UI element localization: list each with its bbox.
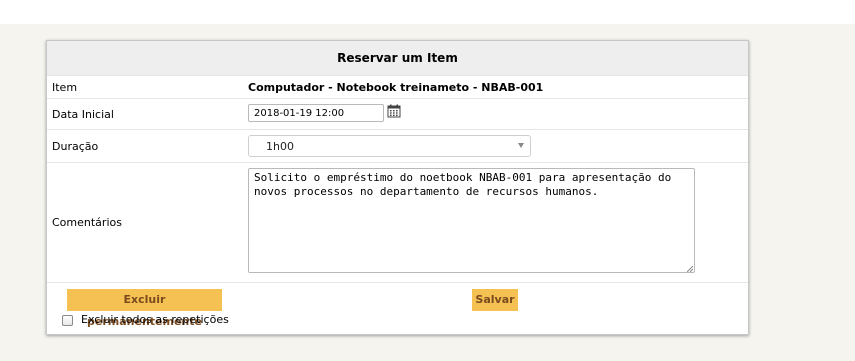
delete-permanently-button[interactable]: Excluir permanentemente xyxy=(67,289,222,328)
comments-textarea[interactable]: Solicito o empréstimo do noetbook NBAB-0… xyxy=(248,168,695,273)
start-date-label: Data Inicial xyxy=(52,108,114,121)
duration-row: Duração 1h00 xyxy=(47,129,748,163)
delete-all-repetitions-label: Excluir todos as repetições xyxy=(81,313,229,326)
form-title: Reservar um Item xyxy=(47,41,748,75)
start-date-row: Data Inicial xyxy=(47,98,748,130)
item-row: Item Computador - Notebook treinameto - … xyxy=(47,75,748,99)
delete-all-repetitions-checkbox[interactable] xyxy=(62,315,73,326)
chevron-down-icon xyxy=(518,143,524,148)
reservation-form: Reservar um Item Item Computador - Noteb… xyxy=(46,40,749,335)
calendar-icon[interactable] xyxy=(387,104,401,118)
item-value: Computador - Notebook treinameto - NBAB-… xyxy=(248,81,544,94)
duration-label: Duração xyxy=(52,140,99,153)
resize-grip-icon[interactable] xyxy=(687,266,693,272)
item-label: Item xyxy=(52,81,78,94)
comments-row: Comentários Solicito o empréstimo do noe… xyxy=(47,162,748,283)
top-bar xyxy=(0,0,855,24)
duration-select[interactable]: 1h00 xyxy=(248,135,531,157)
save-button[interactable]: Salvar xyxy=(472,289,518,311)
duration-selected-value: 1h00 xyxy=(266,140,294,153)
start-date-input[interactable] xyxy=(248,104,384,122)
comments-label: Comentários xyxy=(52,216,122,229)
